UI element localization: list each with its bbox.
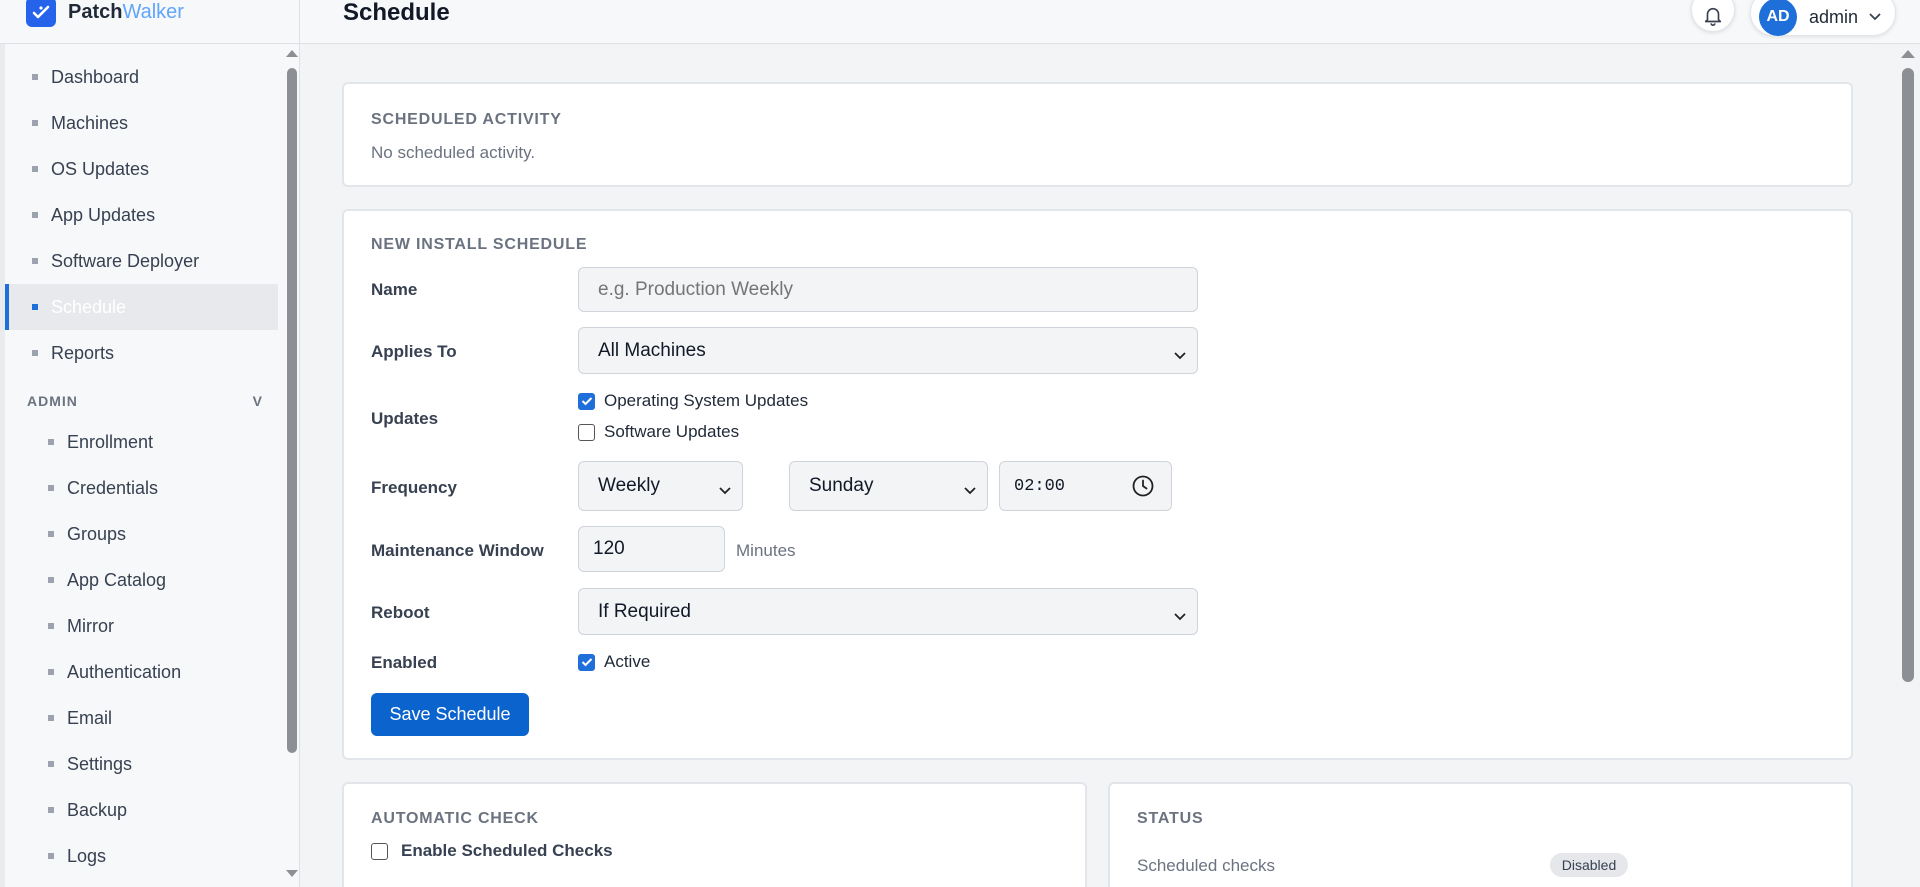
top-bar: PatchWalker Schedule AD admin [0,0,1920,44]
enable-scheduled-checks-checkbox[interactable]: Enable Scheduled Checks [371,841,613,861]
brand-name: PatchWalker [68,0,184,23]
reboot-select[interactable]: If Required [578,588,1198,635]
card-title: SCHEDULED ACTIVITY [371,111,562,128]
sidebar-item-app-updates[interactable]: App Updates [5,192,278,238]
sidebar: Dashboard Machines OS Updates App Update… [0,44,300,887]
bullet-icon [32,212,38,218]
main-scrollbar[interactable] [1898,44,1918,887]
sidebar-item-email[interactable]: Email [5,695,278,741]
frequency-interval-select[interactable]: Weekly [578,461,743,511]
checkbox-unchecked-icon [578,423,595,441]
admin-section-toggle[interactable]: ADMIN V [27,393,263,409]
sidebar-item-authentication[interactable]: Authentication [5,649,278,695]
bullet-icon [48,715,54,721]
frequency-day-select[interactable]: Sunday [789,461,988,511]
bullet-icon [48,623,54,629]
scroll-down-icon[interactable] [286,870,298,877]
bullet-icon [48,577,54,583]
bullet-icon [48,439,54,445]
bell-icon [1704,7,1722,26]
brand-logo-icon [26,0,56,27]
schedule-name-input[interactable] [578,267,1198,312]
card-title: NEW INSTALL SCHEDULE [371,236,588,253]
sidebar-item-settings[interactable]: Settings [5,741,278,787]
checkbox-checked-icon [578,653,595,671]
sidebar-item-dashboard[interactable]: Dashboard [5,54,278,100]
sidebar-item-backup[interactable]: Backup [5,787,278,833]
sidebar-item-app-catalog[interactable]: App Catalog [5,557,278,603]
applies-to-select[interactable]: All Machines [578,327,1198,374]
bullet-icon [32,74,38,80]
sidebar-item-reports[interactable]: Reports [5,330,278,376]
user-name: admin [1809,6,1859,27]
clock-icon[interactable] [1131,474,1155,504]
reboot-label: Reboot [371,603,430,622]
scheduled-checks-label: Scheduled checks [1137,856,1275,875]
enabled-label: Enabled [371,653,438,672]
software-updates-checkbox[interactable]: Software Updates [578,422,739,442]
bullet-icon [48,807,54,813]
sidebar-item-os-updates[interactable]: OS Updates [5,146,278,192]
minutes-unit-label: Minutes [736,541,796,560]
bullet-icon [32,120,38,126]
frequency-label: Frequency [371,478,457,497]
name-label: Name [371,280,418,299]
chevron-down-icon [1868,12,1882,22]
bullet-icon [32,258,38,264]
sidebar-item-enrollment[interactable]: Enrollment [5,419,278,465]
chevron-down-icon [1173,606,1187,628]
applies-to-label: Applies To [371,342,457,361]
page-title: Schedule [343,0,450,26]
user-menu-button[interactable]: AD admin [1750,0,1896,36]
bullet-icon [32,304,38,310]
avatar: AD [1759,0,1797,36]
maintenance-window-label: Maintenance Window [371,541,544,560]
scroll-up-icon[interactable] [286,50,298,57]
brand[interactable]: PatchWalker [0,0,300,44]
bullet-icon [48,853,54,859]
maintenance-window-input[interactable]: 120 [578,526,725,572]
sidebar-item-machines[interactable]: Machines [5,100,278,146]
frequency-time-input[interactable]: 02:00 [999,461,1172,511]
sidebar-item-software-deployer[interactable]: Software Deployer [5,238,278,284]
bullet-icon [48,761,54,767]
os-updates-checkbox[interactable]: Operating System Updates [578,391,808,411]
bullet-icon [48,531,54,537]
bullet-icon [32,350,38,356]
scrollbar-thumb[interactable] [1902,68,1914,682]
sidebar-item-mirror[interactable]: Mirror [5,603,278,649]
save-schedule-button[interactable]: Save Schedule [371,693,529,736]
new-schedule-card: NEW INSTALL SCHEDULE Name Applies To All… [342,209,1853,760]
notifications-button[interactable] [1691,0,1735,32]
active-checkbox[interactable]: Active [578,652,650,672]
sidebar-item-credentials[interactable]: Credentials [5,465,278,511]
card-title: STATUS [1137,810,1204,827]
checkbox-checked-icon [578,392,595,410]
empty-state-text: No scheduled activity. [371,143,536,162]
status-badge: Disabled [1550,853,1628,877]
status-card: STATUS Scheduled checks Disabled [1108,782,1853,887]
sidebar-scrollbar[interactable] [283,44,299,887]
automatic-check-card: AUTOMATIC CHECK Enable Scheduled Checks [342,782,1087,887]
sidebar-item-groups[interactable]: Groups [5,511,278,557]
chevron-down-icon [963,480,977,502]
sidebar-item-logs[interactable]: Logs [5,833,278,879]
checkbox-unchecked-icon [371,842,388,860]
chevron-down-icon [1173,345,1187,367]
bullet-icon [32,166,38,172]
bullet-icon [48,485,54,491]
scroll-up-icon[interactable] [1901,50,1915,58]
sidebar-item-schedule[interactable]: Schedule [5,284,278,330]
chevron-down-icon [718,480,732,502]
bullet-icon [48,669,54,675]
scrollbar-thumb[interactable] [287,68,297,753]
scheduled-activity-card: SCHEDULED ACTIVITY No scheduled activity… [342,82,1853,187]
card-title: AUTOMATIC CHECK [371,810,539,827]
updates-label: Updates [371,409,439,428]
